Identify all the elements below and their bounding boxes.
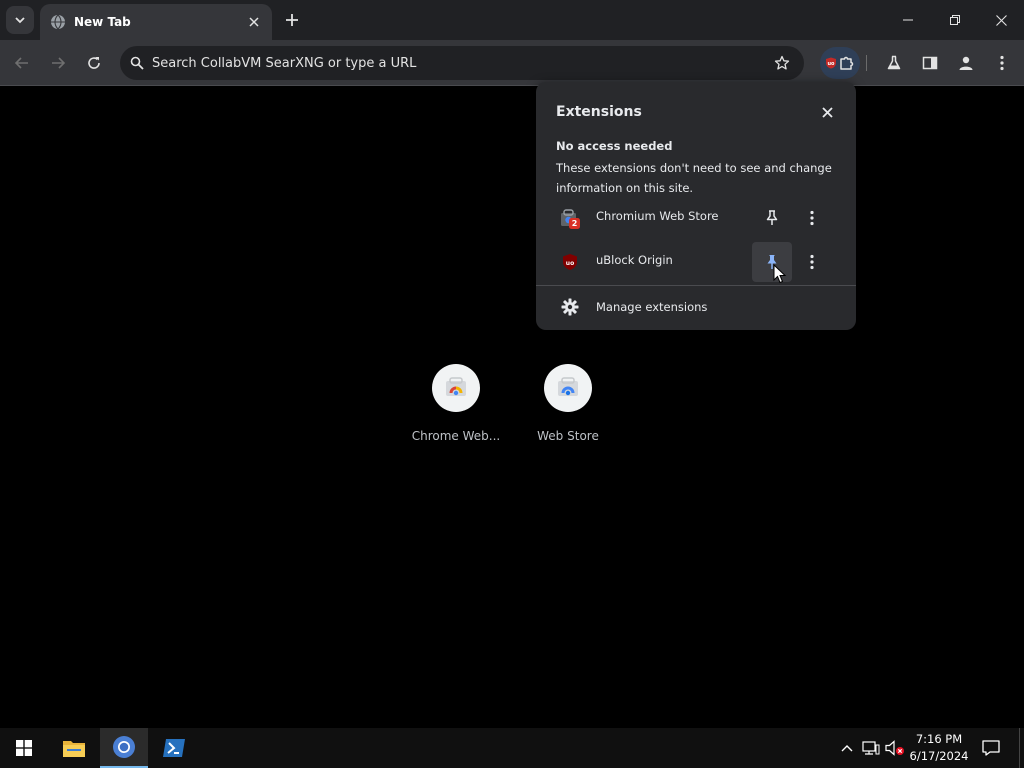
reload-button[interactable] [78, 47, 110, 79]
tab-search-button[interactable] [6, 6, 34, 34]
action-center-button[interactable] [981, 738, 1001, 758]
network-icon [862, 741, 880, 755]
taskbar-powershell[interactable] [150, 728, 198, 768]
more-vertical-icon [810, 210, 814, 226]
omnibox-input[interactable] [144, 54, 768, 72]
puzzle-icon [840, 56, 854, 70]
manage-extensions-button[interactable]: Manage extensions [536, 287, 856, 327]
clock-time: 7:16 PM [915, 732, 963, 746]
start-icon [16, 740, 32, 756]
chevron-down-icon [15, 17, 25, 24]
flask-icon [887, 55, 901, 70]
restore-icon [950, 15, 960, 25]
show-desktop-button[interactable] [1019, 728, 1020, 768]
pin-button[interactable] [752, 198, 792, 238]
toolbar-separator [866, 55, 867, 71]
tab-new-tab[interactable]: New Tab [40, 4, 272, 40]
clock-date: 6/17/2024 [909, 749, 969, 763]
start-button[interactable] [0, 728, 48, 768]
tab-title: New Tab [74, 15, 131, 29]
extension-name: Chromium Web Store [596, 209, 719, 223]
globe-icon [51, 14, 65, 30]
star-icon [774, 55, 790, 70]
mouse-cursor-icon [773, 264, 787, 284]
svg-text:uo: uo [566, 260, 574, 267]
extension-more-button[interactable] [800, 206, 824, 230]
extensions-button[interactable]: uo [820, 47, 860, 79]
chromium-icon [113, 736, 135, 758]
manage-extensions-label: Manage extensions [596, 300, 708, 314]
shortcut-web-store[interactable]: Web Store [512, 364, 624, 454]
minimize-button[interactable] [885, 0, 931, 40]
menu-button[interactable] [986, 47, 1018, 79]
labs-button[interactable] [878, 47, 910, 79]
volume-button[interactable] [885, 738, 905, 758]
extension-row-ublock-origin[interactable]: uo uBlock Origin [536, 240, 856, 284]
pin-outline-icon [766, 210, 778, 225]
close-window-button[interactable] [978, 0, 1024, 40]
taskbar-chromium[interactable] [100, 728, 148, 768]
profile-button[interactable] [950, 47, 982, 79]
file-explorer-icon [63, 741, 85, 757]
tab-strip: New Tab [0, 0, 1024, 40]
omnibox[interactable] [120, 46, 804, 80]
more-vertical-icon [1000, 55, 1004, 71]
ublock-icon: uo [560, 252, 580, 272]
close-icon [995, 14, 1007, 26]
side-panel-button[interactable] [914, 47, 946, 79]
network-button[interactable] [861, 738, 881, 758]
plus-icon [286, 14, 298, 26]
minimize-icon [903, 19, 913, 21]
extension-more-button[interactable] [800, 250, 824, 274]
extensions-popup: Extensions No access needed These extens… [536, 82, 856, 330]
taskbar-file-explorer[interactable] [50, 728, 98, 768]
close-icon [249, 17, 259, 27]
shortcut-chrome-web-store[interactable]: Chrome Web... [400, 364, 512, 454]
ublock-icon: uo [826, 57, 836, 69]
gear-icon [560, 297, 580, 317]
arrow-left-icon [14, 57, 28, 69]
tray-overflow-button[interactable] [837, 738, 857, 758]
side-panel-icon [922, 56, 938, 70]
volume-muted-icon [885, 740, 904, 756]
toolbar: uo [0, 40, 1024, 86]
close-icon [821, 106, 833, 118]
chevron-up-icon [841, 745, 853, 752]
extension-name: uBlock Origin [596, 253, 673, 267]
extension-badge: 2 [571, 219, 578, 228]
person-icon [959, 56, 973, 70]
system-clock[interactable]: 7:16 PM 6/17/2024 [906, 731, 972, 765]
popup-close-button[interactable] [817, 102, 837, 122]
forward-button[interactable] [42, 47, 74, 79]
more-vertical-icon [810, 254, 814, 270]
svg-text:uo: uo [828, 61, 836, 67]
shortcut-tile [432, 364, 480, 412]
section-description: These extensions don't need to see and c… [556, 161, 832, 195]
back-button[interactable] [6, 47, 38, 79]
extension-row-chromium-web-store[interactable]: 2 Chromium Web Store [536, 196, 856, 240]
chrome-web-store-icon [446, 377, 466, 396]
shortcut-tile [544, 364, 592, 412]
taskbar: 7:16 PM 6/17/2024 [0, 728, 1024, 768]
notification-icon [982, 740, 1000, 756]
web-store-icon: 2 [560, 208, 580, 229]
shortcut-label: Web Store [537, 429, 599, 443]
bookmark-star-button[interactable] [768, 49, 796, 77]
restore-button[interactable] [932, 0, 978, 40]
section-heading: No access needed [556, 139, 673, 153]
reload-icon [88, 57, 100, 69]
powershell-icon [163, 739, 185, 757]
shortcut-label: Chrome Web... [411, 429, 501, 443]
arrow-right-icon [52, 57, 66, 69]
new-tab-button[interactable] [280, 8, 304, 32]
popup-title: Extensions [556, 104, 642, 120]
popup-divider [536, 285, 856, 286]
tab-close-button[interactable] [244, 12, 264, 32]
search-icon [130, 56, 144, 70]
web-store-icon [558, 377, 578, 396]
